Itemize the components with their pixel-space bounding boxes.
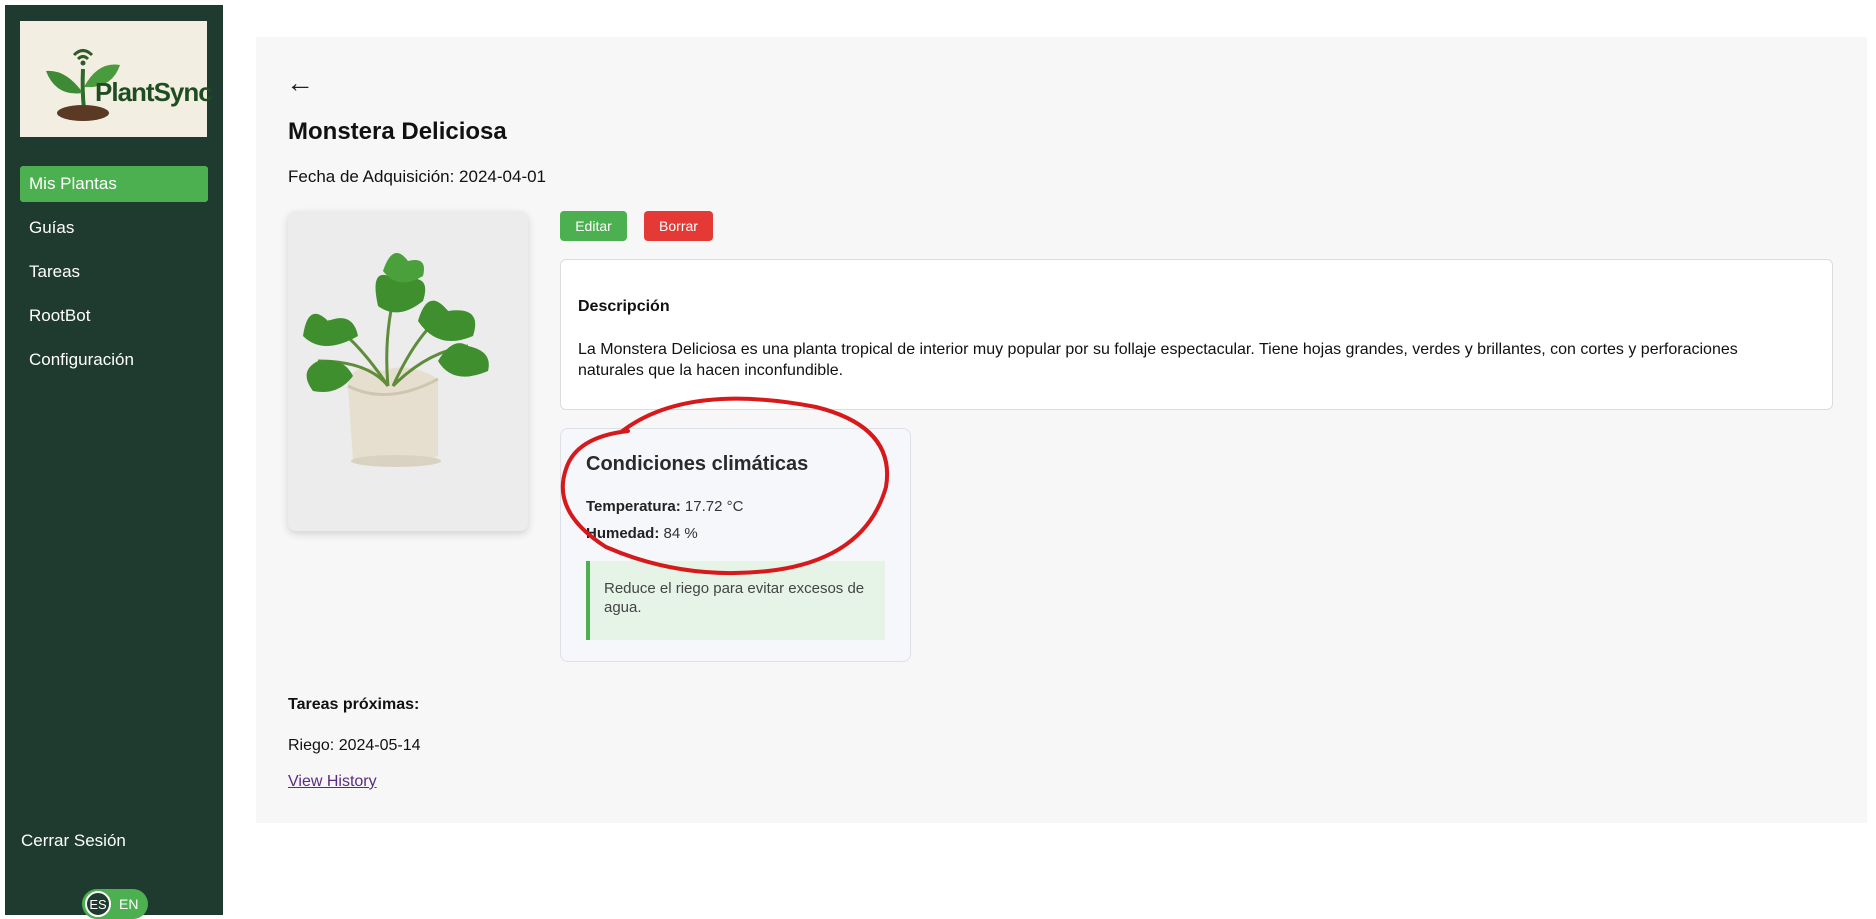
climate-title: Condiciones climáticas — [586, 453, 809, 475]
delete-button[interactable]: Borrar — [644, 211, 713, 241]
sidebar-item-tareas[interactable]: Tareas — [20, 254, 208, 290]
view-history-link[interactable]: View History — [288, 773, 377, 791]
description-text: La Monstera Deliciosa es una planta trop… — [578, 341, 1738, 379]
sidebar: PlantSync Mis Plantas Guías Tareas RootB… — [5, 5, 223, 919]
watering-advice: Reduce el riego para evitar excesos de a… — [586, 561, 885, 640]
logo-text: PlantSync — [95, 77, 213, 107]
upcoming-tasks-label: Tareas próximas: — [288, 696, 420, 713]
page-title: Monstera Deliciosa — [288, 118, 507, 145]
sidebar-nav: Mis Plantas Guías Tareas RootBot Configu… — [20, 166, 208, 386]
humidity-label: Humedad: — [586, 525, 660, 542]
language-option-en[interactable]: EN — [119, 896, 138, 912]
logout-button[interactable]: Cerrar Sesión — [21, 831, 126, 851]
humidity-row: Humedad: 84 % — [586, 525, 698, 542]
temperature-value: 17.72 °C — [684, 498, 744, 515]
description-title: Descripción — [578, 298, 670, 315]
edit-button[interactable]: Editar — [560, 211, 627, 241]
app-logo[interactable]: PlantSync — [20, 21, 213, 137]
plant-photo — [288, 211, 528, 531]
language-option-es[interactable]: ES — [85, 891, 111, 917]
humidity-value: 84 % — [663, 525, 698, 542]
temperature-label: Temperatura: — [586, 498, 681, 515]
description-card: Descripción La Monstera Deliciosa es una… — [560, 259, 1833, 410]
sidebar-item-guias[interactable]: Guías — [20, 210, 208, 246]
sidebar-item-mis-plantas[interactable]: Mis Plantas — [20, 166, 208, 202]
monstera-image — [288, 211, 528, 531]
acquisition-date: Fecha de Adquisición: 2024-04-01 — [288, 167, 547, 186]
task-item: Riego: 2024-05-14 — [288, 737, 421, 754]
plant-detail-panel: ← Monstera Deliciosa Fecha de Adquisició… — [256, 37, 1867, 823]
temperature-row: Temperatura: 17.72 °C — [586, 498, 743, 515]
arrow-left-icon[interactable]: ← — [286, 67, 314, 99]
sidebar-item-rootbot[interactable]: RootBot — [20, 298, 208, 334]
sidebar-item-configuracion[interactable]: Configuración — [20, 342, 208, 378]
climate-card: Condiciones climáticas Temperatura: 17.7… — [560, 428, 911, 662]
